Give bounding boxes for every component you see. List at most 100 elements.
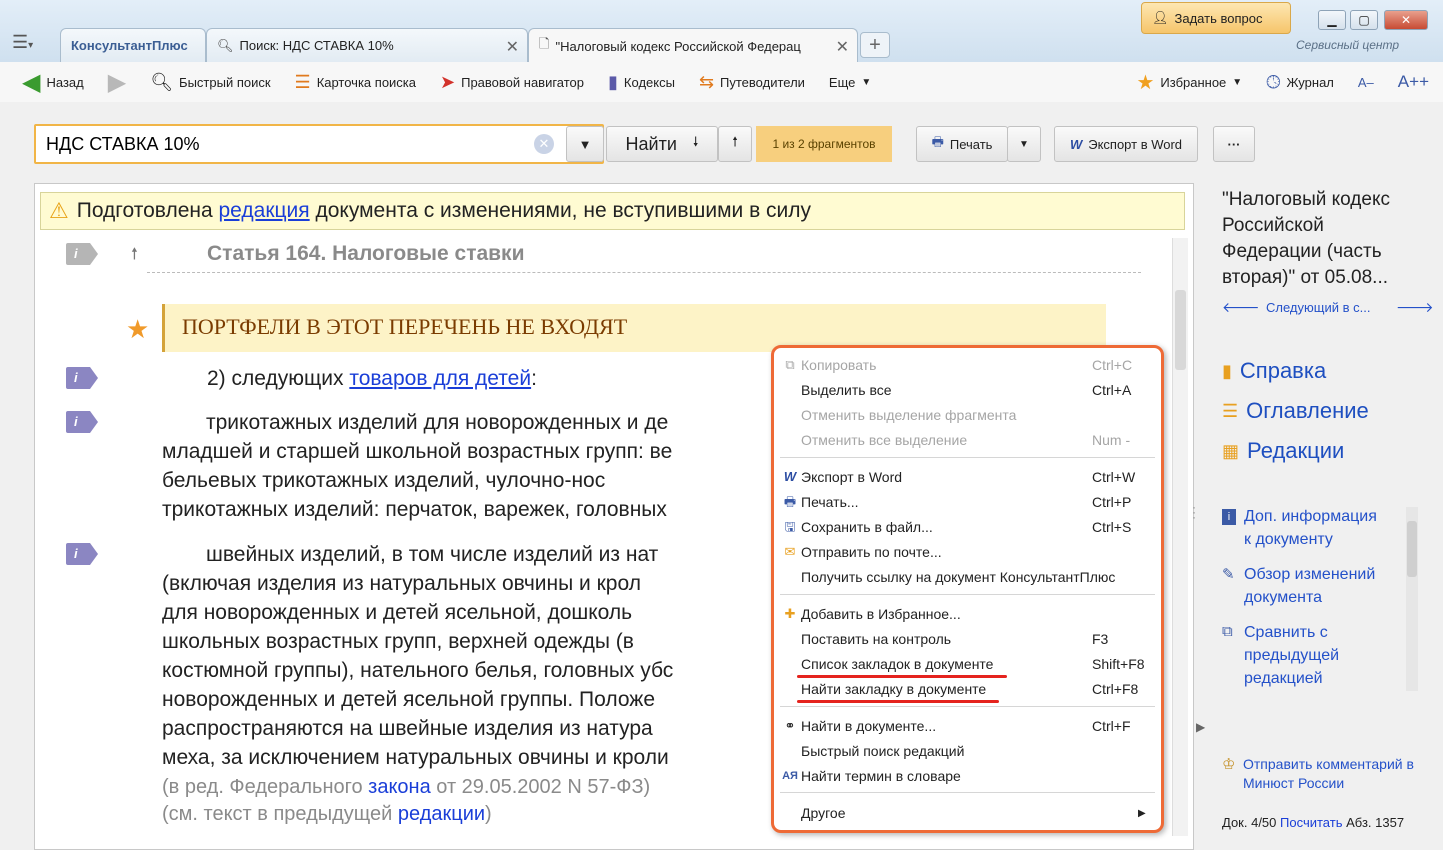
menu-button[interactable]: ☰▾ (12, 32, 52, 58)
mail-icon: ✉ (784, 544, 796, 559)
menu-item-bookmark-list[interactable]: Список закладок в документе Shift+F8 (774, 652, 1161, 676)
new-tab-button[interactable]: + (860, 32, 890, 58)
ask-question-button[interactable]: 👤︎ Задать вопрос (1141, 2, 1291, 34)
forward-button[interactable]: ▶ (96, 67, 138, 97)
send-comment-link[interactable]: Отправить комментарий в Минюст России (1243, 755, 1414, 793)
right-pane-scrollbar[interactable] (1406, 507, 1418, 691)
menu-item-cancel-fragment-selection[interactable]: Отменить выделение фрагмента (774, 403, 1161, 427)
journal-button[interactable]: 🕓︎ Журнал (1254, 67, 1346, 97)
warning-icon: ⚠ (49, 198, 69, 223)
tab-document[interactable]: 🗋 "Налоговый кодекс Российской Федерац ✕ (528, 28, 858, 63)
close-icon[interactable]: ✕ (506, 37, 519, 57)
tab-search[interactable]: 🔍︎ Поиск: НДС СТАВКА 10% ✕ (206, 28, 528, 62)
count-link[interactable]: Посчитать (1280, 815, 1342, 830)
legal-navigator-button[interactable]: ➤ Правовой навигатор (428, 67, 596, 97)
help-link[interactable]: ▮ Справка (1222, 358, 1326, 384)
magnifier-icon: 🔍︎ (150, 71, 174, 92)
tab-home[interactable]: КонсультантПлюс (60, 28, 206, 62)
document-icon: 🗋 (539, 36, 550, 51)
quick-search-button[interactable]: 🔍︎ Быстрый поиск (138, 67, 282, 97)
menu-item-find-in-document[interactable]: ⚭ Найти в документе... Ctrl+F (774, 714, 1161, 738)
previous-edition-note: (см. текст в предыдущей редакции) (162, 803, 492, 825)
scroll-up-arrow-icon[interactable]: 🠕 (131, 243, 138, 270)
edition-note: (в ред. Федерального закона от 29.05.200… (162, 776, 651, 798)
font-increase-button[interactable]: A++ (1386, 67, 1443, 97)
menu-item-send-mail[interactable]: ✉ Отправить по почте... (774, 540, 1161, 564)
right-pane: "Налоговый кодекс Российской Федерации (… (1204, 183, 1443, 850)
menu-item-select-all[interactable]: Выделить все Ctrl+A (774, 378, 1161, 402)
previous-arrow-icon[interactable]: 🡐 (1222, 299, 1260, 316)
divider (147, 272, 1141, 273)
scroll-thumb[interactable] (1407, 521, 1417, 577)
menu-item-print[interactable]: 🖶 Печать... Ctrl+P (774, 490, 1161, 514)
menu-item-other[interactable]: Другое ▶ (774, 801, 1161, 825)
print-button[interactable]: 🖶 Печать (916, 126, 1008, 162)
bookmark-star-icon[interactable]: ★ (126, 314, 149, 345)
export-word-button[interactable]: W Экспорт в Word (1054, 126, 1198, 162)
menu-item-add-favorites[interactable]: ✚ Добавить в Избранное... (774, 602, 1161, 626)
find-next-button[interactable]: Найти 🠗 (606, 126, 718, 162)
menu-item-get-link[interactable]: Получить ссылку на документ КонсультантП… (774, 565, 1161, 589)
arrow-left-icon: ◀ (22, 68, 41, 96)
contents-link[interactable]: ☰ Оглавление (1222, 398, 1369, 424)
menu-item-cancel-all-selection[interactable]: Отменить все выделение Num - (774, 428, 1161, 452)
window-close-button[interactable]: ✕ (1384, 10, 1428, 30)
article-title: Статья 164. Налоговые ставки (207, 242, 525, 265)
menu-item-quick-edition-search[interactable]: Быстрый поиск редакций (774, 739, 1161, 763)
brand-logo: Сервисный центр (1296, 38, 1400, 52)
find-previous-button[interactable]: 🠕 (718, 126, 752, 162)
print-options-dropdown[interactable]: ▼ (1007, 126, 1041, 162)
document-scrollbar[interactable] (1172, 238, 1188, 836)
quick-search-label: Быстрый поиск (179, 74, 271, 90)
codes-button[interactable]: ▮ Кодексы (596, 67, 687, 97)
scroll-thumb[interactable] (1175, 290, 1186, 370)
clear-icon[interactable]: ✕ (534, 134, 554, 154)
search-history-dropdown[interactable]: ▼ (566, 126, 604, 162)
chevron-down-icon: ▼ (1019, 138, 1029, 150)
next-in-list-link[interactable]: Следующий в с... (1266, 300, 1370, 315)
chevron-down-icon: ▼ (1232, 76, 1243, 88)
edition-link[interactable]: редакция (219, 199, 310, 222)
search-card-button[interactable]: ☰ Карточка поиска (283, 67, 428, 97)
menu-item-put-on-control[interactable]: Поставить на контроль F3 (774, 627, 1161, 651)
word-icon: W (783, 469, 797, 484)
minimize-button[interactable]: ▁ (1318, 10, 1346, 30)
law-link[interactable]: закона (368, 776, 431, 798)
search-card-label: Карточка поиска (316, 74, 417, 90)
editions-link[interactable]: ▦ Редакции (1222, 438, 1344, 464)
more-menu[interactable]: Еще ▼ (817, 67, 883, 97)
copy-icon: ⧉ (785, 357, 795, 372)
menu-item-save-file[interactable]: 🖫 Сохранить в файл... Ctrl+S (774, 515, 1161, 539)
extra-info-link[interactable]: Доп. информация к документу (1244, 505, 1377, 551)
guides-button[interactable]: ⇆ Путеводители (687, 67, 817, 97)
tab-label: КонсультантПлюс (71, 38, 188, 53)
font-decrease-button[interactable]: A– (1346, 67, 1386, 97)
children-goods-link[interactable]: товаров для детей (349, 367, 531, 390)
search-input[interactable] (36, 126, 566, 162)
menu-item-export-word[interactable]: W Экспорт в Word Ctrl+W (774, 465, 1161, 489)
collapse-pane-icon[interactable]: ▶ (1196, 720, 1205, 734)
changes-review-icon: ✎ (1222, 566, 1235, 583)
contents-icon: ☰ (1222, 400, 1239, 421)
back-button[interactable]: ◀ Назад (0, 67, 96, 97)
more-actions-button[interactable]: ··· (1213, 126, 1255, 162)
title-bar: ☰▾ КонсультантПлюс 🔍︎ Поиск: НДС СТАВКА … (0, 0, 1443, 63)
menu-item-find-bookmark[interactable]: Найти закладку в документе Ctrl+F8 (774, 677, 1161, 701)
compare-editions-link[interactable]: Сравнить с предыдущей редакцией (1244, 621, 1339, 690)
menu-item-find-term[interactable]: AЯ Найти термин в словаре (774, 764, 1161, 788)
export-word-label: Экспорт в Word (1088, 136, 1183, 152)
previous-edition-link[interactable]: редакции (398, 803, 485, 825)
binoculars-icon: ⚭ (784, 718, 796, 733)
menu-item-copy[interactable]: ⧉ Копировать Ctrl+C (774, 353, 1161, 377)
next-arrow-icon[interactable]: 🡒 (1396, 299, 1434, 316)
favorites-menu[interactable]: ★ Избранное ▼ (1124, 67, 1254, 97)
ask-label: Задать вопрос (1174, 10, 1263, 26)
guides-label: Путеводители (720, 74, 805, 90)
pane-splitter[interactable]: · · · (1192, 501, 1196, 523)
changes-review-link[interactable]: Обзор изменений документа (1244, 563, 1375, 609)
maximize-button[interactable]: ▢ (1350, 10, 1378, 30)
tab-label: Поиск: НДС СТАВКА 10% (239, 38, 394, 53)
close-icon[interactable]: ✕ (836, 37, 849, 57)
arrow-right-icon: ▶ (107, 68, 127, 96)
back-label: Назад (46, 74, 84, 90)
